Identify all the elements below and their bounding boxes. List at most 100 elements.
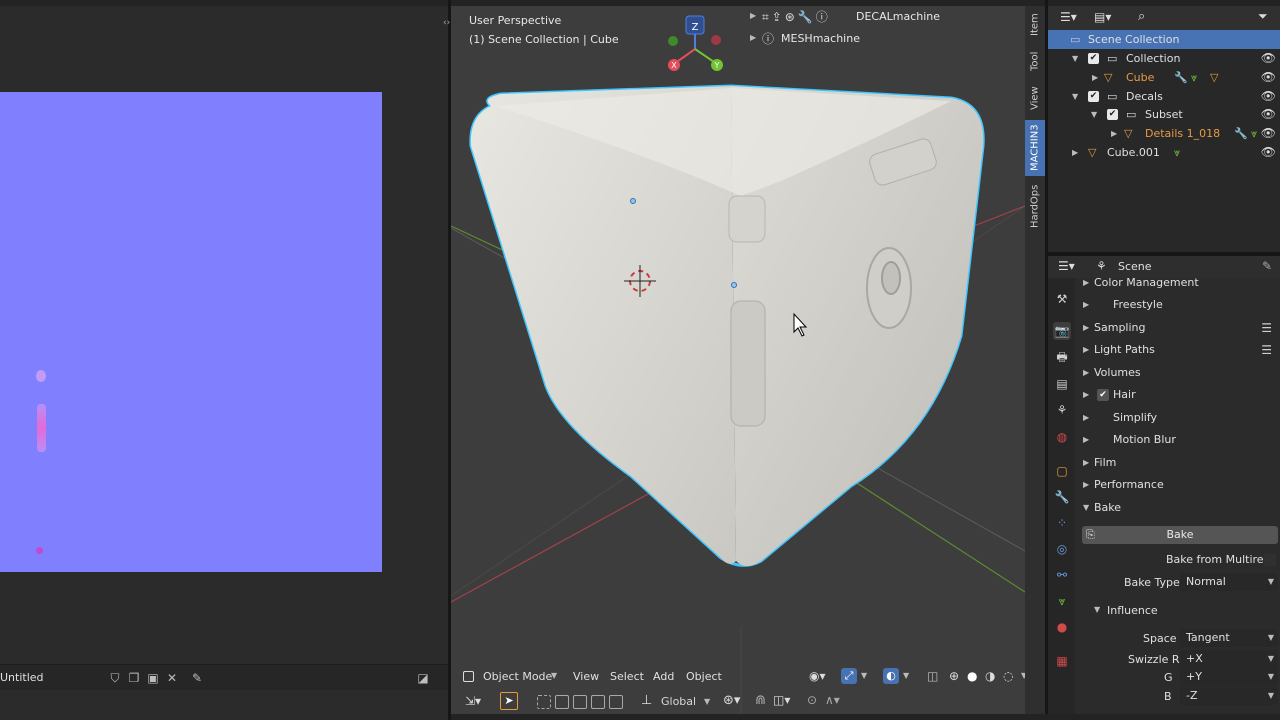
outliner-row-scene-collection[interactable]: ▭ Scene Collection [1048,30,1280,49]
select-mode-subtract-icon[interactable] [573,695,587,709]
outliner-row-details[interactable]: ▶ ▽ Details 1_018 🔧 ⩔ 👁 [1048,124,1280,143]
menu-view[interactable]: View [569,668,603,686]
eye-icon[interactable]: 👁 [1261,105,1276,124]
constraints-tab-icon[interactable]: ⚯ [1053,566,1071,584]
shading-material-icon[interactable]: ◑ [985,669,995,683]
texture-tab-icon[interactable]: ▦ [1053,652,1071,670]
swizzle-r-dropdown[interactable]: +X ▼ [1180,650,1278,668]
chevron-down-icon[interactable]: ▼ [903,671,909,680]
pin-icon[interactable]: ✎ [1262,259,1272,273]
open-image-icon[interactable]: ▣ [146,671,160,685]
transform-tool-icon[interactable]: ⇲▾ [465,694,481,708]
space-dropdown[interactable]: Tangent ▼ [1180,629,1278,647]
world-tab-icon[interactable]: ◍ [1053,428,1071,446]
physics-tab-icon[interactable]: ◎ [1053,540,1071,558]
tool-tab-icon[interactable]: ⚒ [1053,290,1071,308]
pivot-point-icon[interactable]: ⊛▾ [723,693,740,708]
expand-triangle-icon[interactable]: ▶ [1072,143,1078,162]
bake-from-multires-checkbox[interactable] [1264,554,1276,566]
image-display-icon[interactable]: ◪ [416,671,430,685]
bake-button[interactable]: ⎘ Bake [1082,526,1278,544]
snap-target-icon[interactable]: ◫▾ [773,693,790,707]
xray-icon[interactable]: ◫ [927,669,938,683]
outliner-row-decals[interactable]: ▼ ✔ ▭ Decals 👁 [1048,87,1280,106]
hair-checkbox[interactable]: ✔ [1097,389,1109,401]
select-mode-extend-icon[interactable] [555,695,569,709]
outliner-row-cube[interactable]: ▶ ▽ Cube 🔧 ⩔ ▽ 👁 [1048,68,1280,87]
simplify-checkbox[interactable] [1097,412,1109,424]
sidebar-tab-item[interactable]: Item [1025,10,1045,40]
panel-toggle-icon[interactable]: ‹› [443,18,450,28]
shading-rendered-icon[interactable]: ◌ [1003,669,1013,683]
section-simplify[interactable]: ▶ Simplify [1075,407,1280,429]
presets-icon[interactable]: ☰ [1261,317,1272,339]
properties-editor-icon[interactable]: ☰▾ [1058,259,1075,273]
sidebar-tab-tool[interactable]: Tool [1025,46,1045,76]
exclude-checkbox[interactable]: ✔ [1107,109,1118,120]
exclude-checkbox[interactable]: ✔ [1088,53,1099,64]
motion-blur-checkbox[interactable] [1097,434,1109,446]
menu-add[interactable]: Add [649,668,678,686]
mode-dropdown[interactable]: Object Mode [479,668,556,686]
3d-viewport[interactable]: Z X Y [451,6,1025,714]
section-motion-blur[interactable]: ▶ Motion Blur [1075,429,1280,451]
expand-triangle-icon[interactable]: ▼ [1072,49,1078,68]
material-tab-icon[interactable]: ● [1053,618,1071,636]
filter-icon[interactable]: ⏷ [1258,9,1268,24]
proportional-edit-icon[interactable]: ⊙ [807,693,817,707]
section-freestyle[interactable]: ▶ Freestyle [1075,294,1280,316]
falloff-icon[interactable]: ∧▾ [825,693,840,707]
new-image-icon[interactable]: ❐ [127,671,141,685]
exclude-checkbox[interactable]: ✔ [1088,91,1099,102]
overlays-icon[interactable]: ◐ [883,668,899,684]
chevron-down-icon[interactable]: ▼ [704,697,710,706]
pin-icon[interactable]: ✎ [190,671,204,685]
section-film[interactable]: ▶ Film [1075,452,1280,474]
snap-icon[interactable]: ⋒ [755,693,766,708]
visibility-icon[interactable]: ◉▾ [809,669,826,683]
sidebar-tab-hardops[interactable]: HardOps [1025,182,1045,230]
expand-triangle-icon[interactable]: ▶ [1092,68,1098,87]
select-tool-icon[interactable]: ➤ [500,692,518,710]
view-layer-tab-icon[interactable]: ▤ [1053,375,1071,393]
section-bake[interactable]: ▼ Bake [1075,497,1280,519]
object-tab-icon[interactable]: ▢ [1053,462,1071,480]
eye-icon[interactable]: 👁 [1261,68,1276,87]
section-volumes[interactable]: ▶ Volumes [1075,362,1280,384]
normal-map-texture[interactable] [0,92,382,572]
outliner-row-cube-001[interactable]: ▶ ▽ Cube.001 ⩔ 👁 [1048,143,1280,162]
unlink-image-icon[interactable]: ✕ [165,671,179,685]
outliner-row-collection[interactable]: ▼ ✔ ▭ Collection 👁 [1048,49,1280,68]
fake-user-shield-icon[interactable]: ⛉ [108,671,122,685]
select-mode-invert-icon[interactable] [591,695,605,709]
shading-wireframe-icon[interactable]: ⊕ [949,669,959,683]
eye-icon[interactable]: 👁 [1261,87,1276,106]
eye-icon[interactable]: 👁 [1261,124,1276,143]
image-name[interactable]: Untitled [0,671,44,684]
bake-type-dropdown[interactable]: Normal ▼ [1180,573,1278,591]
outliner-row-subset[interactable]: ▼ ✔ ▭ Subset 👁 [1048,105,1280,124]
chevron-down-icon[interactable]: ▼ [861,671,867,680]
display-mode-icon[interactable]: ▤▾ [1094,10,1111,24]
expand-triangle-icon[interactable]: ▶ [1111,124,1117,143]
addon-panel-decalmachine[interactable]: ▶ ⌗⇪⊛🔧ⓘ DECALmachine [748,8,1020,26]
output-tab-icon[interactable]: 🖶 [1053,348,1071,366]
freestyle-checkbox[interactable] [1097,299,1109,311]
outliner-editor-icon[interactable]: ☰▾ [1060,10,1077,24]
expand-triangle-icon[interactable]: ▼ [1072,87,1078,106]
section-color-management[interactable]: ▶ Color Management [1075,272,1280,294]
transform-orientation-dropdown[interactable]: Global [661,693,696,711]
search-icon[interactable]: ⌕ [1138,9,1145,24]
navigation-gizmo[interactable]: Z X Y [668,15,723,71]
swizzle-g-dropdown[interactable]: +Y ▼ [1180,668,1278,686]
swizzle-b-dropdown[interactable]: -Z ▼ [1180,687,1278,705]
gizmo-toggle-icon[interactable]: ⤢ [841,668,857,684]
eye-icon[interactable]: 👁 [1261,143,1276,162]
sidebar-tab-machin3[interactable]: MACHIN3 [1025,120,1045,176]
shading-solid-icon[interactable]: ● [967,669,977,683]
sidebar-tab-view[interactable]: View [1025,82,1045,114]
particles-tab-icon[interactable]: ⁘ [1053,514,1071,532]
presets-icon[interactable]: ☰ [1261,339,1272,361]
data-tab-icon[interactable]: ⩔ [1053,592,1071,610]
expand-triangle-icon[interactable]: ▼ [1091,105,1097,124]
